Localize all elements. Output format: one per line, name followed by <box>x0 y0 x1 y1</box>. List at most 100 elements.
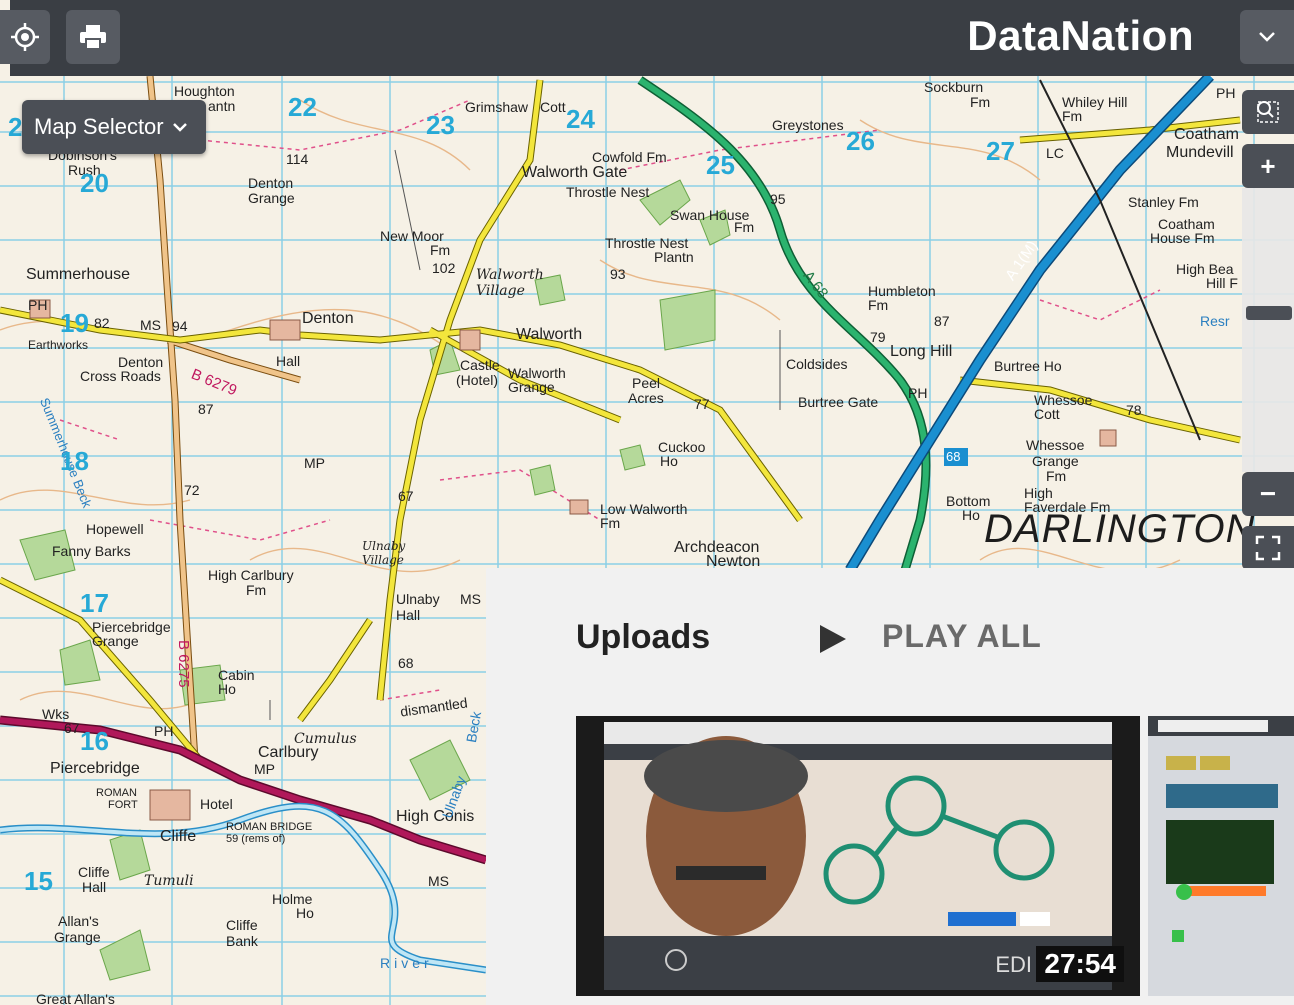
map-label: MP <box>304 455 325 471</box>
map-label: Houghton <box>174 83 235 99</box>
video-thumbnail[interactable] <box>1148 716 1294 996</box>
video-preview-image <box>1148 716 1294 996</box>
map-label: Earthworks <box>28 338 89 352</box>
uploads-title: Uploads <box>576 618 711 656</box>
grid-number: 19 <box>60 308 89 338</box>
video-thumbnail[interactable]: EDI 27:54 <box>576 716 1140 996</box>
map-label: PH <box>908 385 928 401</box>
map-label: Throstle Nest <box>566 184 650 200</box>
map-label: River <box>380 955 433 971</box>
uploads-panel: Uploads PLAY ALL EDI 27:54 <box>486 568 1294 1005</box>
map-label: Summerhouse <box>26 266 131 283</box>
play-icon[interactable] <box>816 622 850 656</box>
map-label: antn <box>208 98 236 114</box>
grid-number: 23 <box>426 110 455 140</box>
locate-button[interactable] <box>0 10 50 64</box>
fullscreen-button[interactable] <box>1242 526 1294 570</box>
map-label: Tumuli <box>144 873 194 889</box>
map-label: Piercebridge <box>50 760 140 777</box>
map-label: Grange <box>248 190 295 206</box>
map-label: High Carlbury <box>208 567 294 583</box>
printer-icon <box>80 25 106 50</box>
map-label: Cross Roads <box>80 368 161 384</box>
zoom-slider-thumb[interactable] <box>1246 306 1292 320</box>
map-label: Ulnaby <box>396 591 440 607</box>
zoom-area-icon <box>1257 101 1279 123</box>
map-label: PH <box>28 297 48 313</box>
map-label: Fm <box>734 219 755 235</box>
map-label: Hill F <box>1206 275 1238 291</box>
map-label: Ho <box>218 681 236 697</box>
map-label: Cliffe <box>78 864 110 880</box>
menu-dropdown-button[interactable] <box>1240 10 1294 64</box>
map-label: B 6275 <box>175 640 192 688</box>
map-label: 87 <box>934 313 950 329</box>
map-label: 68 <box>398 655 414 671</box>
map-label: Piercebridge <box>92 619 171 635</box>
map-label: Fanny Barks <box>52 543 131 559</box>
chevron-down-icon <box>1259 32 1275 42</box>
map-label: 68 <box>946 449 961 464</box>
map-label: (Hotel) <box>456 372 499 388</box>
map-label: 94 <box>172 318 188 334</box>
map-label: Resr <box>1200 313 1230 329</box>
map-label: Cliffe <box>160 828 197 845</box>
zoom-out-button[interactable]: − <box>1242 472 1294 516</box>
map-label: 59 (rems of) <box>226 833 286 845</box>
map-label: PH <box>1216 85 1236 101</box>
zoom-slider-track[interactable] <box>1242 188 1294 472</box>
map-label: Wks <box>42 706 70 722</box>
map-label: Grange <box>1032 453 1079 469</box>
area-zoom-button[interactable] <box>1242 90 1294 134</box>
map-label: Bottom <box>946 493 991 509</box>
map-label: Great Allan's <box>36 991 115 1005</box>
map-label: High Bea <box>1176 261 1234 277</box>
map-label: Acres <box>628 390 664 406</box>
map-label: Cuckoo <box>658 439 706 455</box>
map-label: 67 <box>398 488 414 504</box>
map-label: Stanley Fm <box>1128 194 1199 210</box>
map-label: Long Hill <box>890 343 953 360</box>
map-label: Allan's <box>58 913 99 929</box>
map-label: Holme <box>272 891 313 907</box>
map-label: Whiley Hill <box>1062 94 1128 110</box>
map-label: Hall <box>82 879 107 895</box>
map-label: Cott <box>1034 406 1060 422</box>
map-label: Fm <box>430 242 451 258</box>
map-label: MP <box>254 761 275 777</box>
map-label: Ho <box>660 453 678 469</box>
map-label: Greystones <box>772 117 844 133</box>
map-label: 78 <box>1126 402 1142 418</box>
map-label: Grange <box>508 379 555 395</box>
map-label: Fm <box>1062 108 1083 124</box>
print-button[interactable] <box>66 10 120 64</box>
zoom-in-button[interactable]: + <box>1242 144 1294 188</box>
map-label: Newton <box>706 553 761 570</box>
map-selector-button[interactable]: Map Selector <box>22 100 206 154</box>
map-label: High Conis <box>396 808 475 825</box>
map-label: 82 <box>94 315 110 331</box>
map-label: High <box>1024 485 1053 501</box>
map-label: Mundevill <box>1166 144 1234 161</box>
grid-number: 20 <box>80 168 109 198</box>
map-label: 67 <box>64 720 80 736</box>
map-selector-label: Map Selector <box>34 114 164 139</box>
grid-number: 2 <box>8 112 23 142</box>
map-label: Coatham <box>1158 216 1215 232</box>
map-label: Peel <box>632 375 661 391</box>
map-label: Walworth <box>508 365 566 381</box>
map-label: Fm <box>868 297 889 313</box>
map-label: Ho <box>962 507 980 523</box>
map-label: Walworth <box>516 326 583 343</box>
map-label: Castle <box>460 357 500 373</box>
map-label: MS <box>140 317 161 333</box>
map-label: Grange <box>92 633 139 649</box>
map-label: Fm <box>970 94 991 110</box>
map-label: Grange <box>54 929 101 945</box>
play-all-button[interactable]: PLAY ALL <box>882 618 1042 655</box>
grid-number: 27 <box>986 136 1015 166</box>
grid-number: 17 <box>80 588 109 618</box>
map-label: Carlbury <box>258 744 319 761</box>
map-label: Sockburn <box>924 79 984 95</box>
map-label: Hall <box>276 353 301 369</box>
